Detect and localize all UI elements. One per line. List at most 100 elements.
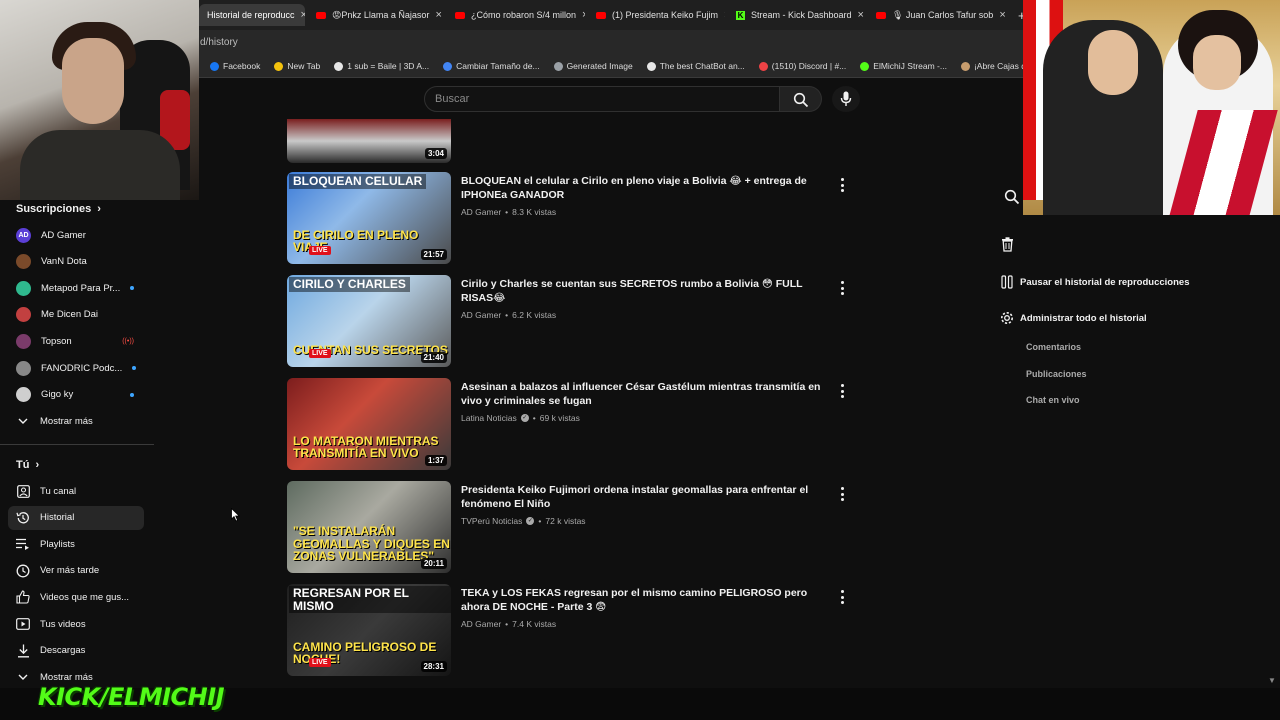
video-thumbnail[interactable]: "Se instalarán geomallas y diques en zon… <box>287 481 451 573</box>
bookmark-favicon-icon <box>758 61 768 71</box>
manage-live-chat-link[interactable]: Chat en vivo <box>1026 395 1080 405</box>
video-thumbnail[interactable]: REGRESAN POR EL MISMO CAMINO PELIGROSO DE… <box>287 584 451 676</box>
more-options-icon[interactable] <box>838 384 846 398</box>
bookmark-label: Generated Image <box>566 61 633 71</box>
bookmark-item[interactable]: Cambiar Tamaño de... <box>443 61 540 71</box>
channel-avatar <box>16 333 31 349</box>
bookmark-item[interactable]: Generated Image <box>553 61 633 71</box>
tab-close-icon[interactable]: × <box>724 9 725 21</box>
more-options-icon[interactable] <box>838 590 846 604</box>
left-sidebar: Suscripciones › AD AD Gamer VanN Dota Metapo… <box>0 200 160 690</box>
browser-tab[interactable]: 🎙 Juan Carlos Tafur sob × <box>868 4 1005 26</box>
scrollbar-down-arrow[interactable]: ▼ <box>1268 676 1276 685</box>
bookmark-item[interactable]: New Tab <box>274 61 320 71</box>
video-thumbnail[interactable]: 3:04 <box>287 119 451 163</box>
sidebar-item-playlist[interactable]: Playlists <box>8 532 144 556</box>
video-title[interactable]: Presidenta Keiko Fujimori ordena instala… <box>461 483 836 511</box>
subscription-item[interactable]: Metapod Para Pr... <box>8 276 144 300</box>
subscription-item[interactable]: Me Dicen Dai <box>8 303 144 327</box>
manage-comments-link[interactable]: Comentarios <box>1026 342 1081 352</box>
bookmark-favicon-icon <box>646 61 656 71</box>
video-title[interactable]: Cirilo y Charles se cuentan sus SECRETOS… <box>461 277 836 305</box>
subscription-item[interactable]: Gigo ky <box>8 383 144 407</box>
subscriptions-header[interactable]: Suscripciones › <box>16 203 101 215</box>
bookmark-item[interactable]: The best ChatBot an... <box>646 61 745 71</box>
subscriptions-show-more[interactable]: Mostrar más <box>8 409 144 433</box>
video-thumbnail[interactable]: LO MATARON MIENTRAS TRANSMITÍA EN VIVO 1:… <box>287 378 451 470</box>
sidebar-divider <box>0 444 154 445</box>
pause-history-button[interactable]: Pausar el historial de reproducciones <box>1000 275 1189 289</box>
history-video-row[interactable]: CIRILO Y CHARLES CUENTAN SUS SECRETOS LIVE… <box>287 275 857 367</box>
more-options-icon[interactable] <box>838 281 846 295</box>
video-title[interactable]: BLOQUEAN el celular a Cirilo en pleno vi… <box>461 174 836 202</box>
live-indicator-icon: ((•)) <box>122 337 134 345</box>
tab-close-icon[interactable]: × <box>999 9 1005 21</box>
sidebar-item-download[interactable]: Descargas <box>8 639 144 663</box>
search-history-icon[interactable] <box>1004 189 1020 205</box>
manage-history-button[interactable]: Administrar todo el historial <box>1000 311 1147 325</box>
video-title[interactable]: TEKA y LOS FEKAS regresan por el mismo c… <box>461 586 836 614</box>
kick-icon: K <box>736 10 745 20</box>
history-video-row[interactable]: 3:04 <box>287 71 857 163</box>
bookmark-item[interactable]: Facebook <box>210 61 260 71</box>
tab-close-icon[interactable]: × <box>301 9 305 21</box>
download-icon <box>16 644 30 658</box>
sidebar-item-thumbs-up[interactable]: Videos que me gus... <box>8 585 144 609</box>
channel-name: AD Gamer <box>41 229 86 241</box>
history-video-row[interactable]: REGRESAN POR EL MISMO CAMINO PELIGROSO DE… <box>287 584 857 676</box>
history-video-row[interactable]: LO MATARON MIENTRAS TRANSMITÍA EN VIVO 1:… <box>287 378 857 470</box>
history-video-row[interactable]: BLOQUEAN CELULARDE CIRILO EN PLENO VIAJE… <box>287 172 857 264</box>
sidebar-item-label: Tus videos <box>40 618 86 630</box>
video-meta: TVPerú Noticias ✓ • 72 k vistas <box>461 516 586 526</box>
subscription-item[interactable]: FANODRIC Podc... <box>8 356 144 380</box>
browser-tab[interactable]: K Stream - Kick Dashboard × <box>728 4 865 26</box>
playlist-icon <box>16 537 30 551</box>
view-count-separator: • <box>505 619 509 629</box>
history-video-row[interactable]: "Se instalarán geomallas y diques en zon… <box>287 481 857 573</box>
tab-close-icon[interactable]: × <box>435 9 441 21</box>
bookmark-label: (1510) Discord | #... <box>771 61 847 71</box>
bookmark-item[interactable]: 1 sub = Baile | 3D A... <box>334 61 429 71</box>
you-header[interactable]: Tú › <box>16 459 39 471</box>
bookmark-item[interactable]: (1510) Discord | #... <box>758 61 847 71</box>
subscription-item[interactable]: AD AD Gamer <box>8 223 144 247</box>
sidebar-item-video[interactable]: Tus videos <box>8 612 144 636</box>
tab-close-icon[interactable]: × <box>582 9 585 21</box>
browser-tab[interactable]: 😡Pnkz Llama a Ñajasor × <box>308 4 444 26</box>
channel-name: Metapod Para Pr... <box>41 282 121 294</box>
subscription-item[interactable]: Topson ((•)) <box>8 329 144 353</box>
bookmark-item[interactable]: ElMichiJ Stream -... <box>860 61 947 71</box>
channel-name-link[interactable]: Latina Noticias <box>461 413 517 423</box>
channel-name-link[interactable]: TVPerú Noticias <box>461 516 522 526</box>
browser-tab[interactable]: (1) Presidenta Keiko Fujim × <box>588 4 725 26</box>
video-thumbnail[interactable]: BLOQUEAN CELULARDE CIRILO EN PLENO VIAJE… <box>287 172 451 264</box>
sidebar-item-history[interactable]: Historial <box>8 505 144 530</box>
sidebar-item-channel[interactable]: Tu canal <box>8 479 144 503</box>
sidebar-item-clock[interactable]: Ver más tarde <box>8 559 144 583</box>
video-thumbnail[interactable]: CIRILO Y CHARLES CUENTAN SUS SECRETOS LIVE… <box>287 275 451 367</box>
more-options-icon[interactable] <box>838 487 846 501</box>
tab-close-icon[interactable]: × <box>858 9 864 21</box>
view-count-separator: • <box>505 310 509 320</box>
trash-icon[interactable] <box>1001 237 1014 252</box>
channel-name-link[interactable]: AD Gamer <box>461 207 501 217</box>
sidebar-item-label: Tu canal <box>40 485 77 497</box>
browser-tab[interactable]: Historial de reproducc × <box>199 4 305 26</box>
new-content-dot <box>130 286 135 291</box>
channel-name-link[interactable]: AD Gamer <box>461 310 501 320</box>
video-meta: AD Gamer • 6.2 K vistas <box>461 310 556 320</box>
view-count: 7.4 K vistas <box>512 619 557 629</box>
bookmark-favicon-icon <box>210 61 219 71</box>
tab-title: Historial de reproducc <box>207 10 295 20</box>
new-content-dot <box>130 392 134 397</box>
browser-tab[interactable]: ¿Cómo robaron S/4 millon × <box>447 4 585 26</box>
subscription-item[interactable]: VanN Dota <box>8 250 144 274</box>
video-title[interactable]: Asesinan a balazos al influencer César G… <box>461 380 836 408</box>
channel-name-link[interactable]: AD Gamer <box>461 619 501 629</box>
bookmark-label: Facebook <box>223 61 261 71</box>
channel-name: FANODRIC Podc... <box>41 362 123 374</box>
view-count: 6.2 K vistas <box>512 310 557 320</box>
manage-posts-link[interactable]: Publicaciones <box>1026 369 1087 379</box>
more-options-icon[interactable] <box>838 178 846 192</box>
thumbs-up-icon <box>16 590 30 604</box>
